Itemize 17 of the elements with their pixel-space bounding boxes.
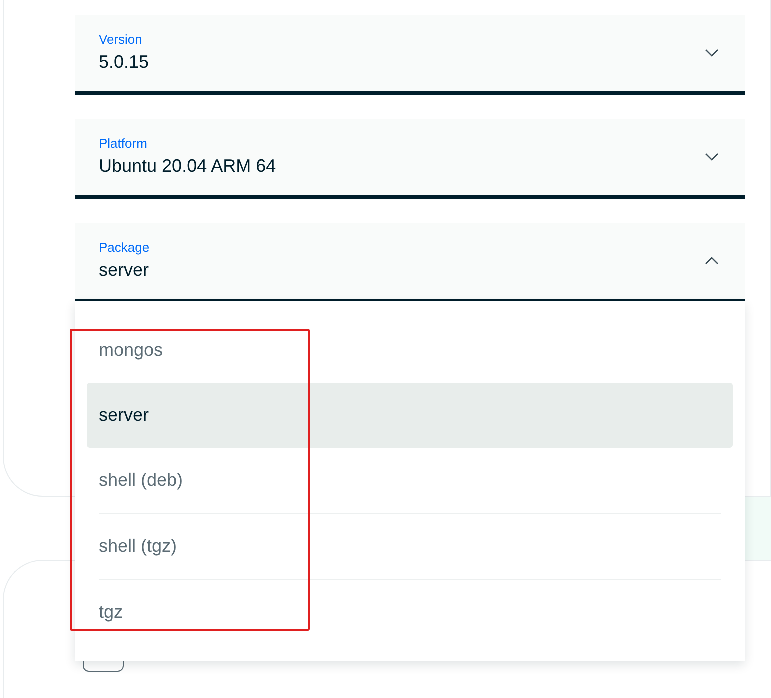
select-field[interactable]: Package server [75,223,745,303]
menu-option[interactable]: mongos [87,318,733,383]
chevron-down-icon [705,49,719,57]
select-field[interactable]: Platform Ubuntu 20.04 ARM 64 [75,119,745,199]
chevron-down-icon [705,153,719,161]
menu-option[interactable]: tgz [87,580,733,645]
field-label: Package [99,239,150,257]
menu-option[interactable]: shell (deb) [87,448,733,513]
field-value: 5.0.15 [99,51,150,74]
chevron-up-icon [705,257,719,265]
field-label: Version [99,31,144,49]
field-label: Platform [99,135,148,153]
field-value: Ubuntu 20.04 ARM 64 [99,155,276,178]
menu-option[interactable]: shell (tgz) [87,514,733,579]
select-field[interactable]: Version 5.0.15 [75,15,745,95]
field-value: server [99,259,150,282]
menu-option[interactable]: server [87,383,733,448]
